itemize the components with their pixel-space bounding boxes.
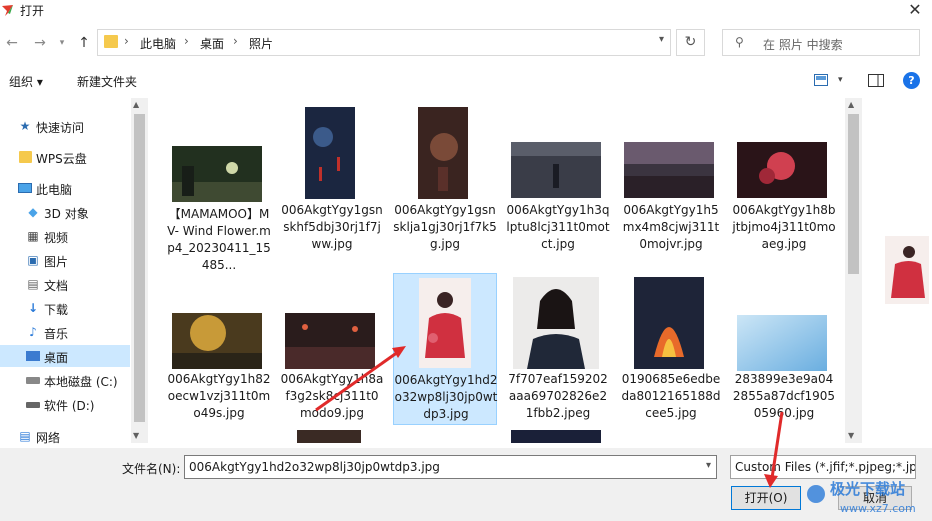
annotation-arrows xyxy=(315,346,784,488)
watermark-logo: 极光下载站 www.xz7.com xyxy=(800,470,930,518)
svg-text:极光下载站: 极光下载站 xyxy=(830,480,905,498)
svg-text:www.xz7.com: www.xz7.com xyxy=(840,502,916,515)
